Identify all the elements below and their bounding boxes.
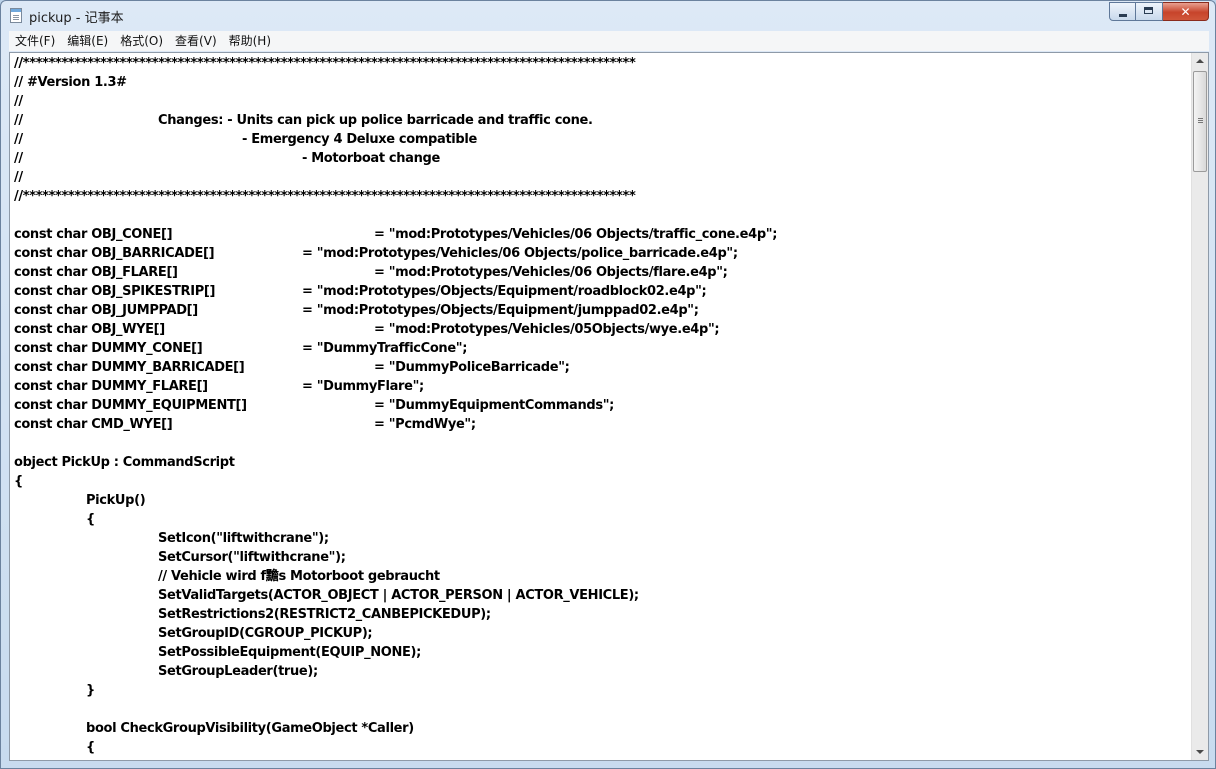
text-line: SetIcon("liftwithcrane"); xyxy=(14,529,1189,548)
text-line: object PickUp : CommandScript xyxy=(14,455,235,470)
code-segment: bool CheckGroupVisibility(GameObject *Ca… xyxy=(86,721,414,736)
code-segment: = "mod:Prototypes/Objects/Equipment/road… xyxy=(302,284,707,299)
text-line: } xyxy=(14,681,1189,700)
notepad-window: pickup - 记事本 文件(F) 编辑(E) 格式(O) 查看(V) 帮助(… xyxy=(0,0,1216,769)
code-segment: SetGroupID(CGROUP_PICKUP); xyxy=(158,626,373,641)
text-line: { xyxy=(14,474,23,489)
text-line: //**************************************… xyxy=(14,189,636,204)
text-line: const char OBJ_CONE[] = "mod:Prototypes/V… xyxy=(14,227,778,242)
text-line: // xyxy=(14,94,23,109)
text-line xyxy=(14,206,1189,225)
text-line: // #Version 1.3# xyxy=(14,75,127,90)
code-segment: SetGroupLeader(true); xyxy=(158,664,318,679)
code-segment: = "mod:Prototypes/Vehicles/05Objects/wye… xyxy=(374,322,720,337)
text-line: const char OBJ_JUMPPAD[] = "mod:Prototype… xyxy=(14,303,699,318)
code-segment: Changes: - Units can pick up police barr… xyxy=(158,113,593,128)
text-line: // Vehicle wird f黵s Motorboot gebraucht xyxy=(14,567,1189,586)
code-segment: - Motorboat change xyxy=(302,151,440,166)
code-segment: = "PcmdWye"; xyxy=(374,417,476,432)
text-line: //- Motorboat change xyxy=(14,151,440,166)
text-line: //- Emergency 4 Deluxe compatible xyxy=(14,132,477,147)
minimize-button[interactable] xyxy=(1109,2,1136,21)
text-line: SetPossibleEquipment(EQUIP_NONE); xyxy=(14,643,1189,662)
text-line: const char CMD_WYE[] = "PcmdWye"; xyxy=(14,417,476,432)
text-line xyxy=(14,700,1189,719)
code-segment: = "mod:Prototypes/Objects/Equipment/jump… xyxy=(302,303,699,318)
code-segment: SetPossibleEquipment(EQUIP_NONE); xyxy=(158,645,421,660)
window-title: pickup - 记事本 xyxy=(29,11,124,26)
code-segment: = "DummyEquipmentCommands"; xyxy=(374,398,614,413)
code-segment: } xyxy=(86,683,95,698)
text-line: const char OBJ_SPIKESTRIP[] = "mod:Protot… xyxy=(14,284,707,299)
scrollbar-thumb[interactable] xyxy=(1193,71,1207,172)
text-editor[interactable]: //**************************************… xyxy=(9,52,1209,761)
menu-format[interactable]: 格式(O) xyxy=(114,31,169,51)
text-line: bool CheckGroupVisibility(GameObject *Ca… xyxy=(14,719,1189,738)
window-controls xyxy=(1109,2,1209,21)
text-line xyxy=(14,434,1189,453)
close-button[interactable] xyxy=(1163,2,1209,21)
code-segment: PickUp() xyxy=(86,493,146,508)
code-segment: { xyxy=(86,740,95,755)
code-segment: { xyxy=(86,512,95,527)
grip-icon xyxy=(1198,118,1203,119)
text-line: SetGroupLeader(true); xyxy=(14,662,1189,681)
text-line: PickUp() xyxy=(14,491,1189,510)
code-segment: // Vehicle wird f黵s Motorboot gebraucht xyxy=(158,569,440,584)
menu-file[interactable]: 文件(F) xyxy=(9,31,61,51)
title-bar[interactable]: pickup - 记事本 xyxy=(1,1,1215,31)
maximize-button[interactable] xyxy=(1136,2,1163,21)
code-segment: SetValidTargets(ACTOR_OBJECT | ACTOR_PER… xyxy=(158,588,639,603)
code-segment: = "mod:Prototypes/Vehicles/06 Objects/po… xyxy=(302,246,738,261)
code-segment: SetCursor("liftwithcrane"); xyxy=(158,550,346,565)
scroll-up-arrow-icon[interactable] xyxy=(1192,53,1208,70)
text-line: const char DUMMY_CONE[] = "DummyTrafficCo… xyxy=(14,341,468,356)
text-line: const char OBJ_WYE[] = "mod:Prototypes/Ve… xyxy=(14,322,720,337)
scroll-down-arrow-icon[interactable] xyxy=(1192,743,1208,760)
text-line: const char DUMMY_EQUIPMENT[] = "DummyEqui… xyxy=(14,398,614,413)
text-line: //Changes: - Units can pick up police ba… xyxy=(14,113,593,128)
text-line: SetGroupID(CGROUP_PICKUP); xyxy=(14,624,1189,643)
menu-bar: 文件(F) 编辑(E) 格式(O) 查看(V) 帮助(H) xyxy=(9,31,1209,51)
text-line: { xyxy=(14,738,1189,757)
code-segment: = "DummyTrafficCone"; xyxy=(302,341,468,356)
text-line: // xyxy=(14,170,23,185)
text-line: SetCursor("liftwithcrane"); xyxy=(14,548,1189,567)
menu-edit[interactable]: 编辑(E) xyxy=(61,31,114,51)
menu-help[interactable]: 帮助(H) xyxy=(223,31,277,51)
code-segment: = "mod:Prototypes/Vehicles/06 Objects/tr… xyxy=(374,227,778,242)
code-segment: SetRestrictions2(RESTRICT2_CANBEPICKEDUP… xyxy=(158,607,491,622)
text-line: const char DUMMY_FLARE[] = "DummyFlare"; xyxy=(14,379,424,394)
text-line: const char OBJ_FLARE[] = "mod:Prototypes/… xyxy=(14,265,728,280)
code-segment: = "DummyFlare"; xyxy=(302,379,424,394)
menu-view[interactable]: 查看(V) xyxy=(169,31,223,51)
text-line: const char DUMMY_BARRICADE[] = "DummyPoli… xyxy=(14,360,570,375)
text-content[interactable]: //**************************************… xyxy=(14,54,1189,759)
text-line: const char OBJ_BARRICADE[] = "mod:Prototy… xyxy=(14,246,738,261)
code-segment: = "DummyPoliceBarricade"; xyxy=(374,360,570,375)
code-segment: = "mod:Prototypes/Vehicles/06 Objects/fl… xyxy=(374,265,728,280)
text-line: //**************************************… xyxy=(14,56,636,71)
text-line: SetRestrictions2(RESTRICT2_CANBEPICKEDUP… xyxy=(14,605,1189,624)
code-segment: SetIcon("liftwithcrane"); xyxy=(158,531,329,546)
code-segment: - Emergency 4 Deluxe compatible xyxy=(242,132,477,147)
notepad-app-icon[interactable] xyxy=(10,8,22,23)
vertical-scrollbar[interactable] xyxy=(1191,53,1208,760)
text-line: SetValidTargets(ACTOR_OBJECT | ACTOR_PER… xyxy=(14,586,1189,605)
text-line: { xyxy=(14,510,1189,529)
